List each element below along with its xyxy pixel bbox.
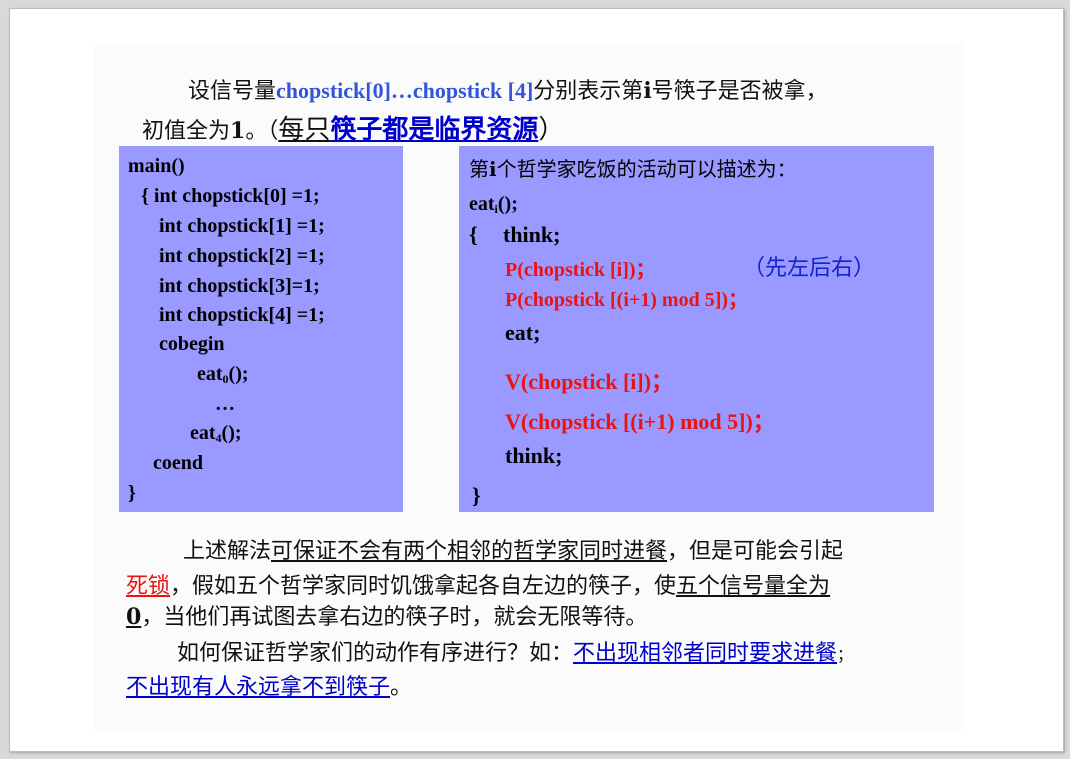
intro2-close: ） [538,115,565,145]
para2-c: ； [837,645,854,664]
code-eat0: eat0(); [197,363,249,387]
intro-mid: 分别表示第 [533,79,644,104]
code-init-4: int chopstick[4] =1; [159,304,325,326]
para1-a: 上述解法 [183,539,272,564]
code-p-right: P(chopstick [(i+1) mod 5])； [505,289,749,311]
code-init-2: int chopstick[2] =1; [159,245,325,267]
para1-c: ，但是可能会引起 [667,539,844,564]
code-init-0: { int chopstick[0] =1; [141,185,320,207]
eat-i-name: eat [469,193,495,215]
activity-heading-i: i [489,157,497,181]
intro-line-1: 设信号量chopstick[0]…chopstick [4]分别表示第i号筷子是… [188,73,828,105]
code-cobegin: cobegin [159,333,225,355]
intro-i: i [643,78,652,104]
eat0-name: eat [197,363,223,385]
left-then-right-note: （先左后右） [743,256,876,281]
critical-resource-note: 筷子都是临界资源 [330,115,539,145]
para2-e: 。 [390,675,413,700]
code-close-brace: } [128,482,136,504]
code-init-1: int chopstick[1] =1; [159,215,325,237]
code-ellipsis: … [215,393,235,415]
para2-line1: 如何保证哲学家们的动作有序进行？如：不出现相邻者同时要求进餐； [177,635,853,667]
code-coend: coend [153,452,203,474]
code-p-left: P(chopstick [i])； [505,259,656,281]
eat0-tail: (); [228,363,249,385]
intro2-one: 1 [230,118,246,144]
no-adjacent-eating: 不出现相邻者同时要求进餐 [573,641,838,666]
code-v-right: V(chopstick [(i+1) mod 5])； [505,409,775,434]
eat-i-tail: (); [497,193,518,215]
semaphore-array-name: chopstick[0]…chopstick [4] [276,78,534,103]
intro-suffix: 号筷子是否被拿， [651,79,828,104]
para1-f: ，当他们再试图去拿右边的筷子时，就会无限等待。 [141,605,648,630]
para2-a: 如何保证哲学家们的动作有序进行？如： [177,641,574,666]
para1-line3: 0，当他们再试图去拿右边的筷子时，就会无限等待。 [126,599,647,631]
deadlock-term: 死锁 [126,574,171,599]
para1-line1: 上述解法可保证不会有两个相邻的哲学家同时进餐，但是可能会引起 [183,533,843,565]
code-think-1: think; [503,222,561,247]
code-open-brace: { [469,222,478,247]
intro-prefix: 设信号量 [188,79,277,104]
code-main: main() [128,155,185,177]
intro2-each: 每只 [278,115,331,145]
para1-zero: 0 [126,604,142,630]
para1-guarantee: 可保证不会有两个相邻的哲学家同时进餐 [271,539,668,564]
code-think-2: think; [505,443,563,468]
code-eat4: eat4(); [190,422,242,446]
intro-line-2: 初值全为1。（每只筷子都是临界资源） [142,109,564,146]
code-eat-i: eati(); [469,193,518,217]
eat4-name: eat [190,422,216,444]
activity-heading-prefix: 第 [469,157,489,181]
para1-line2: 死锁，假如五个哲学家同时饥饿拿起各自左边的筷子，使五个信号量全为 [126,568,830,600]
no-starvation: 不出现有人永远拿不到筷子 [126,675,391,700]
para1-d: ，假如五个哲学家同时饥饿拿起各自左边的筷子，使 [170,574,677,599]
code-v-left: V(chopstick [i])； [505,369,674,394]
para2-line2: 不出现有人永远拿不到筷子。 [126,669,412,701]
eat4-tail: (); [221,422,242,444]
code-eat: eat; [505,320,541,345]
intro2-dot: 。（ [245,119,279,144]
code-init-3: int chopstick[3]=1; [159,275,320,297]
slide: 设信号量chopstick[0]…chopstick [4]分别表示第i号筷子是… [9,8,1064,752]
intro2-prefix: 初值全为 [142,119,231,144]
para1-all-zero: 五个信号量全为 [676,574,831,599]
code-close-brace-right: } [472,483,481,508]
activity-heading-suffix: 个哲学家吃饭的活动可以描述为： [496,157,797,181]
activity-heading: 第i个哲学家吃饭的活动可以描述为： [469,153,797,182]
